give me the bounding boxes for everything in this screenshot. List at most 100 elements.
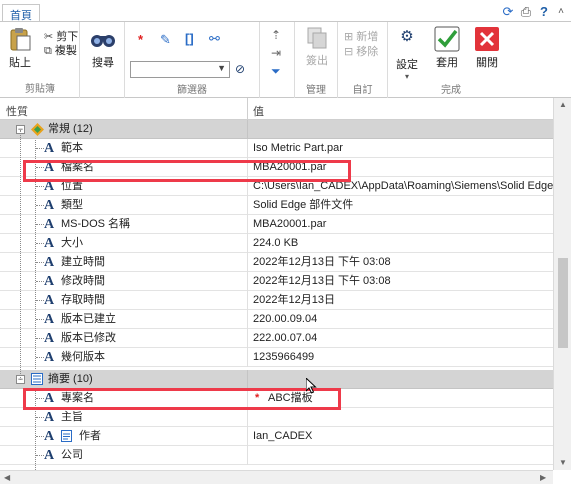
text-property-icon: A [44,312,55,327]
property-row[interactable]: A MS-DOS 名稱 MBA20001.par [0,215,553,234]
add-button[interactable]: ⊞ 新增 [344,28,378,44]
column-header-value[interactable]: 值 [253,103,264,119]
copy-label: 複製 [54,45,77,57]
remove-row-icon: ⊟ [344,46,354,58]
refresh-icon[interactable]: ⟳ [500,4,516,20]
remove-label: 移除 [356,46,379,58]
property-row[interactable]: A 幾何版本 1235966499 [0,348,553,367]
close-icon [475,27,499,51]
tree-line [36,186,44,187]
find-label: 搜尋 [92,57,114,69]
property-value[interactable]: Iso Metric Part.par [253,139,343,158]
property-name: 版本已建立 [61,313,116,325]
print-icon[interactable]: ⎙ [518,4,534,20]
manage-group: 簽出 管理 [295,22,338,98]
close-button[interactable]: 關閉 [471,26,503,70]
gear-icon: ⚙ [400,28,414,45]
property-row[interactable]: A 類型 Solid Edge 部件文件 [0,196,553,215]
settings-button[interactable]: ⚙ 設定 ▾ [393,26,421,81]
property-name: 幾何版本 [61,351,105,363]
property-value[interactable]: 1235966499 [253,348,314,367]
summary-section-icon [31,373,43,385]
column-separator [247,348,248,367]
tree-line [36,436,44,437]
column-separator [247,370,248,389]
checkout-button[interactable]: 簽出 [301,26,333,68]
vertical-scroll-thumb[interactable] [558,258,568,348]
scroll-right-icon[interactable]: ▶ [540,473,546,482]
property-value[interactable]: 222.00.07.04 [253,329,317,348]
tab-home[interactable]: 首頁 [2,4,40,22]
property-name: 範本 [61,142,83,154]
property-value[interactable]: 224.0 KB [253,234,298,253]
section-summary[interactable]: − 摘要 (10) [0,370,553,389]
property-value[interactable]: MBA20001.par [253,215,326,234]
property-value[interactable]: 2022年12月13日 [253,291,335,310]
property-row[interactable]: A 作者 Ian_CADEX [0,427,553,446]
scroll-down-icon[interactable]: ▼ [559,458,567,467]
property-row[interactable]: A 範本 Iso Metric Part.par [0,139,553,158]
text-property-icon: A [44,141,55,156]
column-separator [247,234,248,253]
remove-button[interactable]: ⊟ 移除 [344,43,378,59]
tree-line [36,224,44,225]
property-name: 大小 [61,237,83,249]
move-up-icon[interactable]: ⇡ [271,28,281,42]
property-value[interactable]: Ian_CADEX [253,427,312,446]
property-row[interactable]: A 版本已修改 222.00.07.04 [0,329,553,348]
help-icon[interactable]: ? [536,4,552,20]
property-value[interactable]: 220.00.09.04 [253,310,317,329]
ribbon: 貼上 ✂ 剪下 ⧉ 複製 搜尋 * ✎ [] ⚯ ⊘ 篩選器 ▼ ⇡ ⇥ ⏷ 簽… [0,21,571,98]
property-value[interactable]: Solid Edge 部件文件 [253,196,353,215]
clear-filter-icon[interactable]: ⊘ [235,62,245,76]
document-icon [61,430,72,442]
custom-group-label: 自訂 [352,85,373,96]
property-row[interactable]: A 大小 224.0 KB [0,234,553,253]
insert-icon[interactable]: ⇥ [271,46,281,60]
highlight-project-name [23,388,341,410]
property-row[interactable]: A 主旨 [0,408,553,427]
column-separator [247,139,248,158]
horizontal-scrollbar[interactable]: ◀ ▶ [0,470,553,484]
property-value[interactable]: 2022年12月13日 下午 03:08 [253,253,391,272]
filter-combo[interactable]: ▼ [130,61,230,78]
vertical-scrollbar[interactable]: ▲ ▼ [553,98,571,470]
section-general-title: 常規 (12) [48,123,93,135]
column-separator [247,120,248,139]
property-row[interactable]: A 版本已建立 220.00.09.04 [0,310,553,329]
property-row[interactable]: A 公司 [0,446,553,465]
scroll-up-icon[interactable]: ▲ [559,100,567,109]
property-name: 作者 [79,430,101,442]
required-filter-icon[interactable]: * [138,32,143,47]
property-row[interactable]: A 建立時間 2022年12月13日 下午 03:08 [0,253,553,272]
pencil-icon[interactable]: ✎ [160,32,171,48]
general-section-icon [31,123,44,136]
done-group: ⚙ 設定 ▾ 套用 關閉 完成 [388,22,514,98]
brackets-icon[interactable]: [] [185,31,194,46]
column-header-property[interactable]: 性質 [6,103,28,119]
tree-line [36,319,44,320]
column-separator [247,329,248,348]
apply-label: 套用 [436,57,458,69]
property-row[interactable]: A 修改時間 2022年12月13日 下午 03:08 [0,272,553,291]
collapse-ribbon-icon[interactable]: ˄ [553,4,569,20]
property-value[interactable]: 2022年12月13日 下午 03:08 [253,272,391,291]
find-button[interactable]: 搜尋 [86,26,120,70]
property-row[interactable]: A 存取時間 2022年12月13日 [0,291,553,310]
section-summary-title: 摘要 (10) [48,373,93,385]
copy-icon: ⧉ [44,45,52,57]
column-divider[interactable] [247,98,248,120]
filter-refresh-icon[interactable]: ⏷ [271,64,281,79]
link-icon[interactable]: ⚯ [209,31,220,47]
paste-icon [10,28,31,51]
paste-button[interactable]: 貼上 [6,26,34,70]
add-label: 新增 [356,31,379,43]
apply-button[interactable]: 套用 [431,26,463,70]
text-property-icon: A [44,255,55,270]
scroll-left-icon[interactable]: ◀ [4,473,10,482]
tree-line [36,148,44,149]
grid-header: 性質 值 [0,98,553,120]
section-general[interactable]: − 常規 (12) [0,120,553,139]
copy-button[interactable]: ⧉ 複製 [44,42,77,58]
filter-group: * ✎ [] ⚯ ⊘ 篩選器 [125,22,260,98]
